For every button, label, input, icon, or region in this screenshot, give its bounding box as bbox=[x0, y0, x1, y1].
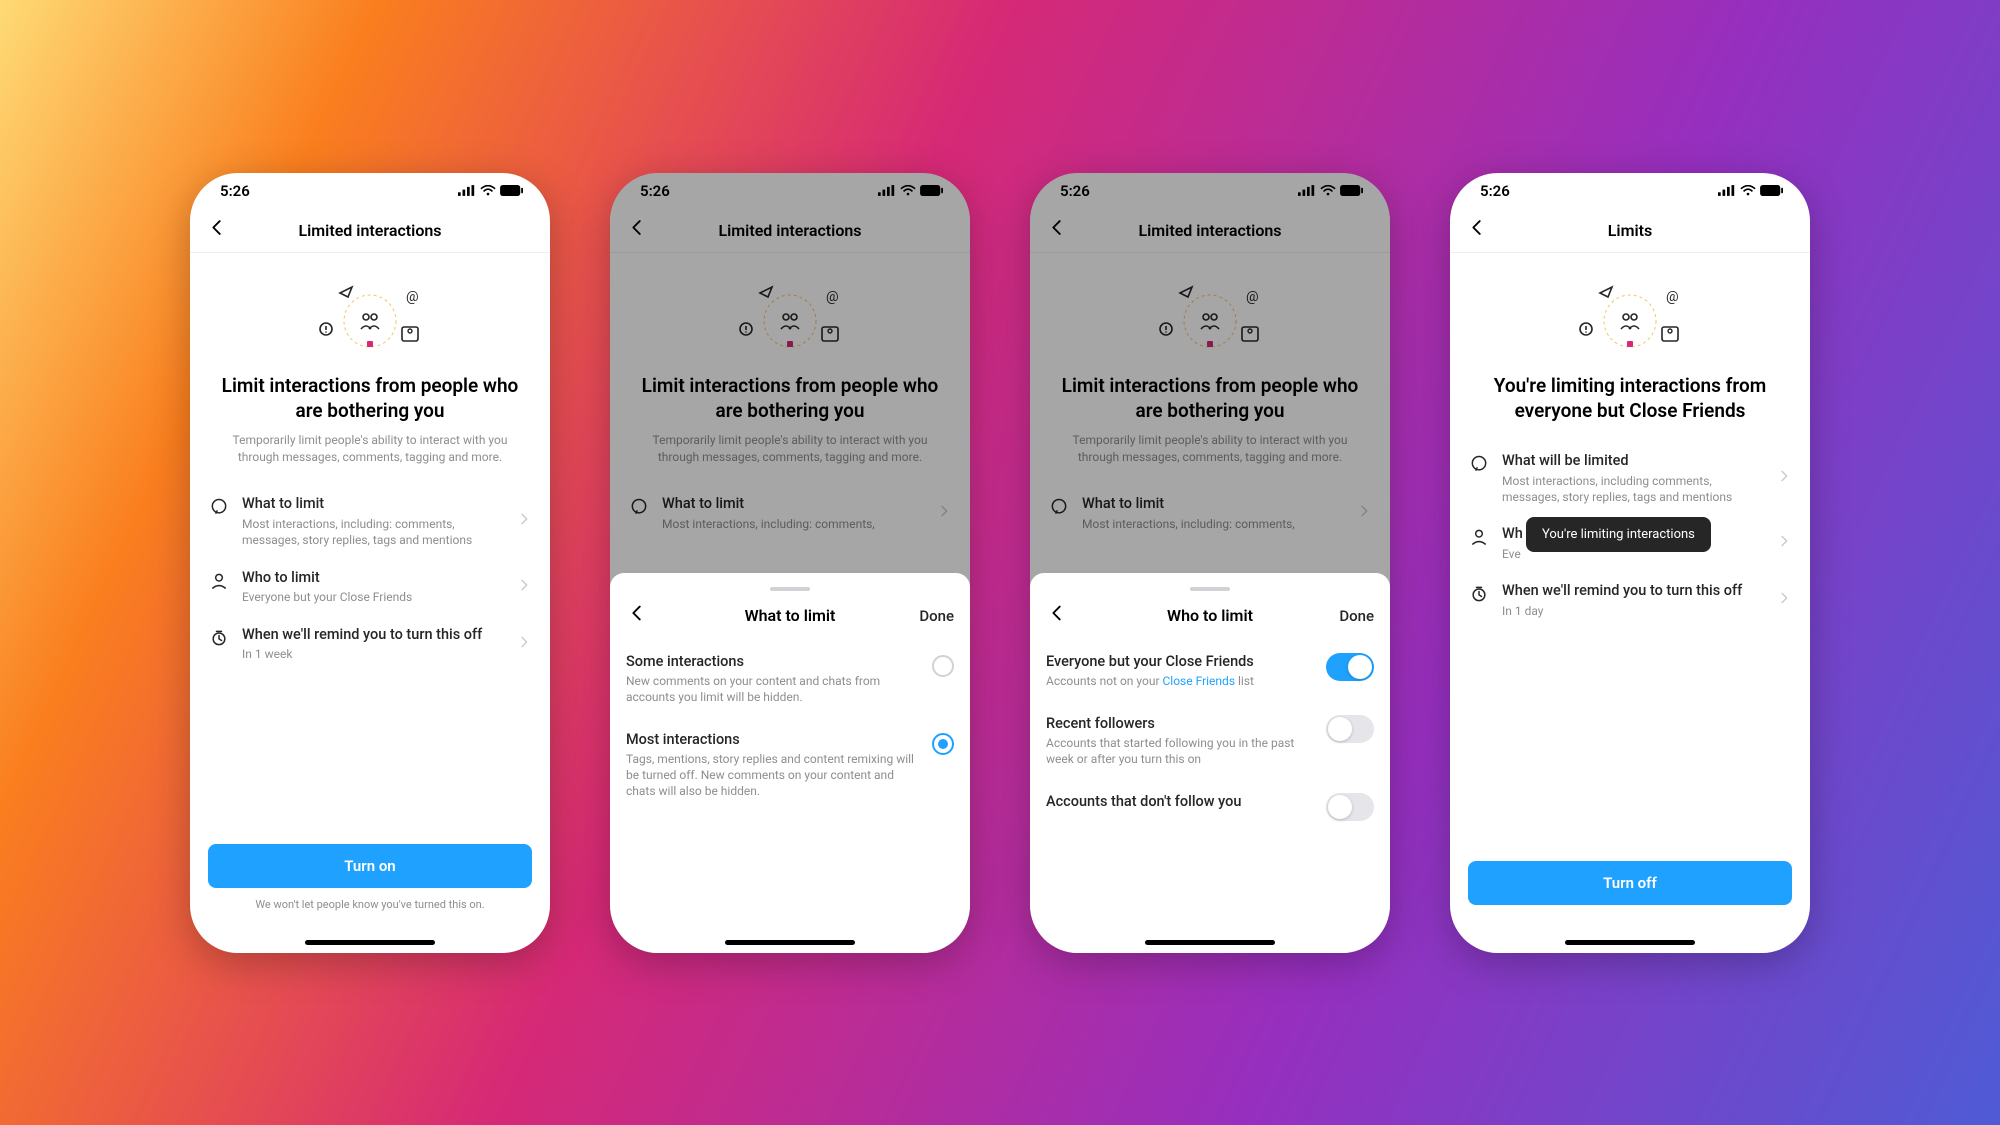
chat-icon bbox=[1468, 452, 1490, 474]
person-icon bbox=[208, 569, 230, 591]
page-heading: You're limiting interactions from everyo… bbox=[1468, 373, 1792, 424]
page-heading: Limit interactions from people who are b… bbox=[208, 373, 532, 424]
option-recent-followers[interactable]: Recent followers Accounts that started f… bbox=[1046, 705, 1374, 783]
chevron-right-icon bbox=[1776, 533, 1792, 554]
chevron-right-icon bbox=[1776, 468, 1792, 489]
row-desc: In 1 week bbox=[242, 646, 504, 662]
sheet-title: What to limit bbox=[745, 606, 836, 625]
clock-icon bbox=[1468, 582, 1490, 604]
radio-selected[interactable] bbox=[932, 733, 954, 755]
row-title: When we'll remind you to turn this off bbox=[242, 626, 504, 645]
option-title: Some interactions bbox=[626, 653, 918, 670]
option-desc: Accounts not on your Close Friends list bbox=[1046, 673, 1312, 689]
option-everyone-but-close-friends[interactable]: Everyone but your Close Friends Accounts… bbox=[1046, 643, 1374, 705]
sheet-title: Who to limit bbox=[1167, 606, 1253, 625]
done-button[interactable]: Done bbox=[1339, 607, 1374, 625]
chat-icon bbox=[208, 495, 230, 517]
status-time: 5:26 bbox=[220, 182, 250, 200]
option-title: Everyone but your Close Friends bbox=[1046, 653, 1312, 670]
radio-unselected[interactable] bbox=[932, 655, 954, 677]
nav-bar: Limits bbox=[1450, 209, 1810, 253]
turn-on-button[interactable]: Turn on bbox=[208, 844, 532, 888]
close-friends-link[interactable]: Close Friends bbox=[1162, 674, 1235, 688]
option-desc: Accounts that started following you in t… bbox=[1046, 735, 1312, 767]
limiting-toast: You're limiting interactions bbox=[1526, 517, 1711, 552]
what-to-limit-sheet: What to limit Done Some interactions New… bbox=[610, 573, 970, 953]
row-reminder[interactable]: When we'll remind you to turn this off I… bbox=[208, 616, 532, 673]
sheet-back-button[interactable] bbox=[1046, 602, 1068, 630]
option-title: Accounts that don't follow you bbox=[1046, 793, 1312, 810]
status-bar: 5:26 bbox=[190, 173, 550, 209]
page-subheading: Temporarily limit people's ability to in… bbox=[208, 432, 532, 466]
row-who-limited[interactable]: Wh Eve You're limiting interactions bbox=[1468, 515, 1792, 572]
signal-icon bbox=[458, 185, 476, 196]
phone-screen-1: 5:26 Limited interactions Limit interact… bbox=[190, 173, 550, 953]
back-button[interactable] bbox=[1466, 217, 1488, 244]
toggle-off[interactable] bbox=[1326, 793, 1374, 821]
limits-illustration-icon bbox=[1468, 279, 1792, 359]
row-title: Who to limit bbox=[242, 569, 504, 588]
row-title: When we'll remind you to turn this off bbox=[1502, 582, 1764, 601]
row-who-to-limit[interactable]: Who to limit Everyone but your Close Fri… bbox=[208, 559, 532, 616]
nav-bar: Limited interactions bbox=[190, 209, 550, 253]
row-what-limited[interactable]: What will be limited Most interactions, … bbox=[1468, 442, 1792, 515]
phone-screen-3: 5:26 Limited interactions Limit interact… bbox=[1030, 173, 1390, 953]
wifi-icon bbox=[480, 185, 496, 196]
wifi-icon bbox=[1740, 185, 1756, 196]
row-desc: In 1 day bbox=[1502, 603, 1764, 619]
option-desc: Tags, mentions, story replies and conten… bbox=[626, 751, 918, 800]
option-title: Most interactions bbox=[626, 731, 918, 748]
row-desc: Most interactions, including comments, m… bbox=[1502, 473, 1764, 505]
battery-icon bbox=[500, 185, 524, 196]
done-button[interactable]: Done bbox=[919, 607, 954, 625]
row-title: What to limit bbox=[242, 495, 504, 514]
sheet-back-button[interactable] bbox=[626, 602, 648, 630]
chevron-right-icon bbox=[516, 577, 532, 598]
turn-off-button[interactable]: Turn off bbox=[1468, 861, 1792, 905]
chevron-right-icon bbox=[516, 511, 532, 532]
row-what-to-limit[interactable]: What to limit Most interactions, includi… bbox=[208, 485, 532, 558]
who-to-limit-sheet: Who to limit Done Everyone but your Clos… bbox=[1030, 573, 1390, 953]
home-indicator[interactable] bbox=[725, 940, 855, 945]
nav-title: Limits bbox=[1608, 221, 1652, 240]
toggle-on[interactable] bbox=[1326, 653, 1374, 681]
limits-illustration-icon bbox=[208, 279, 532, 359]
option-some-interactions[interactable]: Some interactions New comments on your c… bbox=[626, 643, 954, 721]
phone-screen-4: 5:26 Limits You're limiting interactions… bbox=[1450, 173, 1810, 953]
option-most-interactions[interactable]: Most interactions Tags, mentions, story … bbox=[626, 721, 954, 816]
status-bar: 5:26 bbox=[1450, 173, 1810, 209]
home-indicator[interactable] bbox=[1145, 940, 1275, 945]
signal-icon bbox=[1718, 185, 1736, 196]
phone-screen-2: 5:26 Limited interactions Limit interact… bbox=[610, 173, 970, 953]
option-title: Recent followers bbox=[1046, 715, 1312, 732]
battery-icon bbox=[1760, 185, 1784, 196]
back-button[interactable] bbox=[206, 217, 228, 244]
chevron-right-icon bbox=[516, 634, 532, 655]
person-icon bbox=[1468, 525, 1490, 547]
home-indicator[interactable] bbox=[305, 940, 435, 945]
toggle-off[interactable] bbox=[1326, 715, 1374, 743]
row-title: What will be limited bbox=[1502, 452, 1764, 471]
status-time: 5:26 bbox=[1480, 182, 1510, 200]
chevron-right-icon bbox=[1776, 590, 1792, 611]
nav-title: Limited interactions bbox=[298, 221, 441, 240]
row-desc: Most interactions, including: comments, … bbox=[242, 516, 504, 548]
row-desc: Everyone but your Close Friends bbox=[242, 589, 504, 605]
footer-note: We won't let people know you've turned t… bbox=[208, 898, 532, 911]
home-indicator[interactable] bbox=[1565, 940, 1695, 945]
row-reminder[interactable]: When we'll remind you to turn this off I… bbox=[1468, 572, 1792, 629]
sheet-grabber[interactable] bbox=[1190, 587, 1230, 591]
clock-icon bbox=[208, 626, 230, 648]
option-desc: New comments on your content and chats f… bbox=[626, 673, 918, 705]
option-non-followers[interactable]: Accounts that don't follow you bbox=[1046, 783, 1374, 837]
sheet-grabber[interactable] bbox=[770, 587, 810, 591]
